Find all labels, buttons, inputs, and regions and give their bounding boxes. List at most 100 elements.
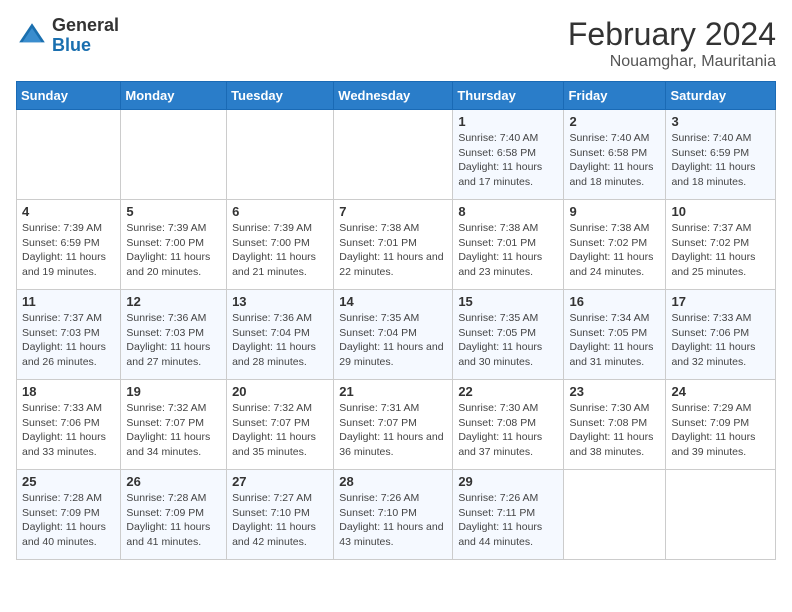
day-number: 19 [126, 384, 221, 399]
calendar-cell: 12Sunrise: 7:36 AM Sunset: 7:03 PM Dayli… [121, 290, 227, 380]
calendar-week-row: 11Sunrise: 7:37 AM Sunset: 7:03 PM Dayli… [17, 290, 776, 380]
calendar-cell: 10 Sunrise: 7:37 AM Sunset: 7:02 PM Dayli… [666, 200, 776, 290]
calendar-cell [227, 110, 334, 200]
calendar-cell: 16 Sunrise: 7:34 AM Sunset: 7:05 PM Dayli… [564, 290, 666, 380]
calendar-cell: 17 Sunrise: 7:33 AM Sunset: 7:06 PM Dayli… [666, 290, 776, 380]
day-info: Sunrise: 7:29 AM Sunset: 7:09 PM Dayligh… [671, 401, 770, 460]
day-number: 24 [671, 384, 770, 399]
day-of-week-header: Wednesday [334, 82, 453, 110]
calendar-table: SundayMondayTuesdayWednesdayThursdayFrid… [16, 81, 776, 560]
day-info: Sunrise: 7:40 AM Sunset: 6:58 PM Dayligh… [458, 131, 558, 190]
day-info: Sunrise: 7:37 AM Sunset: 7:02 PM Dayligh… [671, 221, 770, 280]
calendar-cell [334, 110, 453, 200]
logo-icon [16, 20, 48, 52]
calendar-week-row: 25 Sunrise: 7:28 AM Sunset: 7:09 PM Dayli… [17, 470, 776, 560]
day-number: 23 [569, 384, 660, 399]
day-number: 20 [232, 384, 328, 399]
day-info: Sunrise: 7:36 AM Sunset: 7:04 PM Dayligh… [232, 311, 328, 370]
day-number: 3 [671, 114, 770, 129]
day-number: 27 [232, 474, 328, 489]
day-number: 21 [339, 384, 447, 399]
calendar-cell: 24 Sunrise: 7:29 AM Sunset: 7:09 PM Dayli… [666, 380, 776, 470]
calendar-cell: 29Sunrise: 7:26 AM Sunset: 7:11 PM Dayli… [453, 470, 564, 560]
day-info: Sunrise: 7:31 AM Sunset: 7:07 PM Dayligh… [339, 401, 447, 460]
calendar-cell: 28 Sunrise: 7:26 AM Sunset: 7:10 PM Dayli… [334, 470, 453, 560]
calendar-cell: 27 Sunrise: 7:27 AM Sunset: 7:10 PM Dayli… [227, 470, 334, 560]
day-number: 25 [22, 474, 115, 489]
day-number: 8 [458, 204, 558, 219]
day-info: Sunrise: 7:33 AM Sunset: 7:06 PM Dayligh… [671, 311, 770, 370]
logo-general-text: General [52, 16, 119, 36]
day-number: 6 [232, 204, 328, 219]
calendar-cell: 21 Sunrise: 7:31 AM Sunset: 7:07 PM Dayli… [334, 380, 453, 470]
day-number: 2 [569, 114, 660, 129]
day-number: 15 [458, 294, 558, 309]
day-info: Sunrise: 7:27 AM Sunset: 7:10 PM Dayligh… [232, 491, 328, 550]
day-of-week-header: Tuesday [227, 82, 334, 110]
day-number: 12 [126, 294, 221, 309]
calendar-cell: 20 Sunrise: 7:32 AM Sunset: 7:07 PM Dayli… [227, 380, 334, 470]
day-info: Sunrise: 7:37 AM Sunset: 7:03 PM Dayligh… [22, 311, 115, 370]
calendar-cell: 2 Sunrise: 7:40 AM Sunset: 6:58 PM Daylig… [564, 110, 666, 200]
page-subtitle: Nouamghar, Mauritania [568, 53, 776, 71]
day-number: 5 [126, 204, 221, 219]
day-info: Sunrise: 7:30 AM Sunset: 7:08 PM Dayligh… [458, 401, 558, 460]
calendar-cell: 22 Sunrise: 7:30 AM Sunset: 7:08 PM Dayli… [453, 380, 564, 470]
calendar-cell: 13 Sunrise: 7:36 AM Sunset: 7:04 PM Dayli… [227, 290, 334, 380]
day-info: Sunrise: 7:40 AM Sunset: 6:58 PM Dayligh… [569, 131, 660, 190]
day-number: 10 [671, 204, 770, 219]
calendar-cell: 25 Sunrise: 7:28 AM Sunset: 7:09 PM Dayli… [17, 470, 121, 560]
day-number: 17 [671, 294, 770, 309]
day-number: 7 [339, 204, 447, 219]
day-number: 9 [569, 204, 660, 219]
calendar-cell: 8 Sunrise: 7:38 AM Sunset: 7:01 PM Daylig… [453, 200, 564, 290]
day-of-week-header: Monday [121, 82, 227, 110]
calendar-cell: 7 Sunrise: 7:38 AM Sunset: 7:01 PM Daylig… [334, 200, 453, 290]
day-number: 4 [22, 204, 115, 219]
calendar-cell: 9 Sunrise: 7:38 AM Sunset: 7:02 PM Daylig… [564, 200, 666, 290]
calendar-header-row: SundayMondayTuesdayWednesdayThursdayFrid… [17, 82, 776, 110]
calendar-week-row: 1Sunrise: 7:40 AM Sunset: 6:58 PM Daylig… [17, 110, 776, 200]
calendar-cell [17, 110, 121, 200]
calendar-week-row: 18Sunrise: 7:33 AM Sunset: 7:06 PM Dayli… [17, 380, 776, 470]
calendar-cell: 15 Sunrise: 7:35 AM Sunset: 7:05 PM Dayli… [453, 290, 564, 380]
title-block: February 2024 Nouamghar, Mauritania [568, 16, 776, 71]
day-info: Sunrise: 7:38 AM Sunset: 7:01 PM Dayligh… [339, 221, 447, 280]
day-number: 22 [458, 384, 558, 399]
day-info: Sunrise: 7:40 AM Sunset: 6:59 PM Dayligh… [671, 131, 770, 190]
calendar-cell: 4Sunrise: 7:39 AM Sunset: 6:59 PM Daylig… [17, 200, 121, 290]
day-number: 29 [458, 474, 558, 489]
day-of-week-header: Saturday [666, 82, 776, 110]
day-info: Sunrise: 7:28 AM Sunset: 7:09 PM Dayligh… [22, 491, 115, 550]
day-info: Sunrise: 7:28 AM Sunset: 7:09 PM Dayligh… [126, 491, 221, 550]
day-number: 26 [126, 474, 221, 489]
day-info: Sunrise: 7:34 AM Sunset: 7:05 PM Dayligh… [569, 311, 660, 370]
day-of-week-header: Thursday [453, 82, 564, 110]
day-number: 28 [339, 474, 447, 489]
day-info: Sunrise: 7:38 AM Sunset: 7:01 PM Dayligh… [458, 221, 558, 280]
calendar-cell: 23Sunrise: 7:30 AM Sunset: 7:08 PM Dayli… [564, 380, 666, 470]
day-info: Sunrise: 7:32 AM Sunset: 7:07 PM Dayligh… [126, 401, 221, 460]
day-of-week-header: Friday [564, 82, 666, 110]
day-of-week-header: Sunday [17, 82, 121, 110]
day-info: Sunrise: 7:39 AM Sunset: 7:00 PM Dayligh… [126, 221, 221, 280]
day-number: 13 [232, 294, 328, 309]
logo-blue-text: Blue [52, 36, 119, 56]
day-info: Sunrise: 7:35 AM Sunset: 7:05 PM Dayligh… [458, 311, 558, 370]
calendar-cell: 5 Sunrise: 7:39 AM Sunset: 7:00 PM Daylig… [121, 200, 227, 290]
day-info: Sunrise: 7:39 AM Sunset: 7:00 PM Dayligh… [232, 221, 328, 280]
day-info: Sunrise: 7:35 AM Sunset: 7:04 PM Dayligh… [339, 311, 447, 370]
day-info: Sunrise: 7:26 AM Sunset: 7:10 PM Dayligh… [339, 491, 447, 550]
calendar-cell: 14 Sunrise: 7:35 AM Sunset: 7:04 PM Dayli… [334, 290, 453, 380]
day-info: Sunrise: 7:32 AM Sunset: 7:07 PM Dayligh… [232, 401, 328, 460]
day-info: Sunrise: 7:33 AM Sunset: 7:06 PM Dayligh… [22, 401, 115, 460]
day-info: Sunrise: 7:38 AM Sunset: 7:02 PM Dayligh… [569, 221, 660, 280]
day-number: 14 [339, 294, 447, 309]
logo-text: General Blue [52, 16, 119, 56]
calendar-cell [666, 470, 776, 560]
day-number: 16 [569, 294, 660, 309]
calendar-cell: 6 Sunrise: 7:39 AM Sunset: 7:00 PM Daylig… [227, 200, 334, 290]
calendar-cell: 19 Sunrise: 7:32 AM Sunset: 7:07 PM Dayli… [121, 380, 227, 470]
calendar-cell: 18Sunrise: 7:33 AM Sunset: 7:06 PM Dayli… [17, 380, 121, 470]
calendar-cell: 3 Sunrise: 7:40 AM Sunset: 6:59 PM Daylig… [666, 110, 776, 200]
